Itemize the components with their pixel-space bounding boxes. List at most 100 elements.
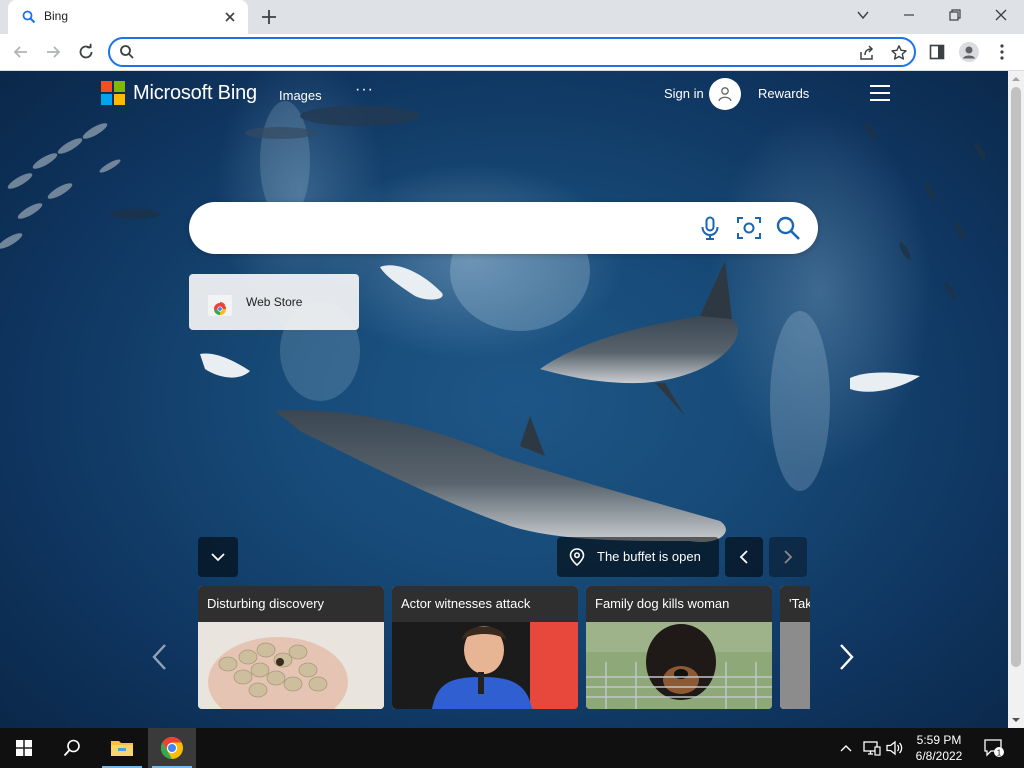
news-carousel: Disturbing discovery Actor witnesses att…	[198, 586, 810, 711]
user-icon	[718, 87, 732, 102]
news-next-button[interactable]	[835, 639, 859, 675]
chevron-down-icon	[857, 11, 869, 20]
close-icon	[995, 9, 1007, 21]
clock-date: 6/8/2022	[915, 749, 963, 763]
news-card[interactable]: Actor witnesses attack	[392, 586, 578, 709]
news-card[interactable]: Disturbing discovery	[198, 586, 384, 709]
search-icon	[63, 739, 80, 757]
chevron-left-icon	[152, 644, 166, 670]
side-panel-button[interactable]	[927, 42, 947, 62]
side-panel-icon	[929, 44, 945, 60]
notification-icon: 1	[984, 739, 1004, 757]
bookmark-star-icon[interactable]	[890, 44, 908, 62]
location-pin-icon	[569, 548, 585, 566]
next-image-button[interactable]	[769, 537, 807, 577]
action-center-button[interactable]: 1	[980, 728, 1008, 768]
chrome-icon	[161, 737, 183, 759]
restore-button[interactable]	[932, 0, 978, 30]
share-icon[interactable]	[858, 44, 876, 62]
chrome-taskbar-button[interactable]	[148, 728, 196, 768]
tab-close-icon[interactable]	[222, 9, 238, 25]
forward-button[interactable]	[41, 40, 65, 64]
scrollbar-thumb[interactable]	[1011, 87, 1021, 667]
rewards-link[interactable]: Rewards	[758, 86, 809, 101]
bing-search-box[interactable]	[189, 202, 818, 254]
windows-logo-icon	[16, 740, 32, 756]
taskbar-search-button[interactable]	[48, 728, 96, 768]
chrome-menu-button[interactable]	[992, 42, 1012, 62]
news-prev-button[interactable]	[147, 639, 171, 675]
address-bar[interactable]	[108, 37, 916, 67]
speaker-icon	[886, 740, 903, 756]
back-button[interactable]	[9, 40, 33, 64]
page-scrollbar[interactable]	[1008, 71, 1024, 728]
news-card-image	[780, 622, 810, 709]
chevron-up-icon	[840, 745, 852, 752]
news-card-title: Disturbing discovery	[198, 586, 384, 622]
network-icon	[863, 741, 881, 756]
previous-image-button[interactable]	[725, 537, 763, 577]
sign-in-link[interactable]: Sign in	[664, 86, 704, 101]
arrow-right-icon	[47, 46, 61, 58]
taskbar-clock[interactable]: 5:59 PM 6/8/2022	[906, 732, 972, 764]
scroll-down-icon[interactable]	[1012, 716, 1020, 724]
clock-time: 5:59 PM	[916, 733, 962, 747]
search-input[interactable]	[213, 216, 693, 240]
more-vertical-icon	[1000, 44, 1004, 60]
search-icon[interactable]	[775, 215, 801, 241]
reload-icon	[79, 43, 93, 59]
arrow-left-icon	[13, 46, 27, 58]
logo-text: Microsoft Bing	[133, 81, 257, 104]
windows-taskbar: 5:59 PM 6/8/2022 1	[0, 728, 1024, 768]
tab-bing[interactable]: Bing	[8, 0, 248, 34]
file-explorer-button[interactable]	[98, 728, 146, 768]
microsoft-logo-icon	[101, 81, 125, 105]
image-info-button[interactable]: The buffet is open	[557, 537, 719, 577]
minimize-icon	[904, 14, 914, 16]
bing-search-favicon	[22, 10, 36, 24]
chevron-left-icon	[739, 550, 748, 564]
start-button[interactable]	[0, 728, 48, 768]
visual-search-icon[interactable]	[736, 215, 762, 241]
bing-page: Microsoft Bing Images ··· Sign in Reward…	[0, 71, 1008, 728]
profile-button[interactable]	[959, 42, 979, 62]
news-card-title: 'Tak	[780, 586, 810, 622]
profile-avatar-icon	[959, 42, 979, 62]
show-hidden-icons-button[interactable]	[836, 728, 856, 768]
news-card-image	[586, 622, 772, 709]
nav-more-button[interactable]: ···	[355, 81, 374, 99]
collapse-feed-button[interactable]	[198, 537, 238, 577]
chevron-right-icon	[840, 644, 854, 670]
close-window-button[interactable]	[978, 0, 1024, 30]
quick-link-web-store[interactable]: Web Store	[189, 274, 359, 330]
network-button[interactable]	[860, 728, 884, 768]
news-card[interactable]: 'Tak	[780, 586, 810, 709]
hamburger-menu-icon[interactable]	[869, 84, 891, 102]
address-input[interactable]	[144, 42, 824, 62]
minimize-button[interactable]	[886, 0, 932, 30]
new-tab-icon[interactable]	[260, 8, 278, 26]
tab-search-button[interactable]	[840, 0, 886, 30]
chevron-down-icon	[211, 553, 225, 562]
news-card-image	[198, 622, 384, 709]
microphone-icon[interactable]	[697, 215, 723, 241]
news-card[interactable]: Family dog kills woman	[586, 586, 772, 709]
nav-images-link[interactable]: Images	[279, 88, 322, 103]
scroll-up-icon[interactable]	[1012, 75, 1020, 83]
volume-button[interactable]	[884, 728, 906, 768]
chevron-right-icon	[784, 550, 793, 564]
sign-in-avatar[interactable]	[709, 78, 741, 110]
folder-icon	[111, 741, 133, 756]
quick-link-label: Web Store	[246, 295, 303, 309]
notification-count: 1	[997, 748, 1002, 757]
reload-button[interactable]	[74, 40, 98, 64]
news-card-title: Family dog kills woman	[586, 586, 772, 622]
bing-logo[interactable]: Microsoft Bing	[101, 81, 257, 105]
browser-tab-strip: Bing	[0, 0, 1024, 34]
news-card-image	[392, 622, 578, 709]
image-caption: The buffet is open	[597, 549, 701, 564]
browser-toolbar	[0, 34, 1024, 71]
tab-title: Bing	[44, 9, 69, 23]
news-card-title: Actor witnesses attack	[392, 586, 578, 622]
restore-icon	[949, 9, 961, 21]
